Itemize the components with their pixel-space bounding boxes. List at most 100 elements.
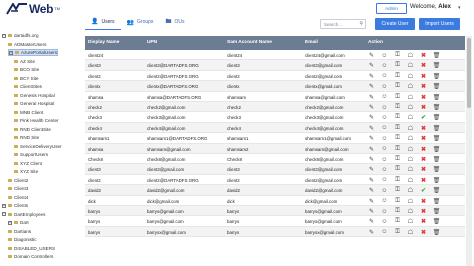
trash-icon[interactable]: 🗑	[430, 103, 443, 112]
tree-item[interactable]: ADMasterUsers	[8, 41, 46, 48]
disable-x-icon[interactable]: ✖	[417, 82, 430, 91]
user-groups-icon[interactable]: ☺	[378, 51, 391, 60]
user-groups-icon[interactable]: ☺	[378, 145, 391, 154]
header-sam-account-name[interactable]: Sam Account Name	[227, 40, 272, 45]
user-groups-icon[interactable]: ☺	[378, 72, 391, 81]
expand-icon[interactable]: +	[8, 220, 12, 225]
lock-icon[interactable]: ☖	[404, 113, 417, 122]
lock-icon[interactable]: ☖	[404, 124, 417, 133]
edit-icon[interactable]: ✎	[365, 61, 378, 70]
lock-icon[interactable]: ☖	[404, 61, 417, 70]
tab-users[interactable]: 👤 Users	[85, 14, 121, 30]
tree-item[interactable]: Dartians	[8, 228, 31, 235]
table-row[interactable]: client3 client3@gmail.com client3 client3@g…	[85, 164, 465, 175]
tree-item[interactable]: BCY Site	[14, 75, 39, 82]
trash-icon[interactable]: 🗑	[430, 176, 443, 185]
tree-item[interactable]: Domain Controllers	[8, 253, 53, 260]
table-row[interactable]: shamsa shamsam@gmail.com shamsam2 shamsam@g…	[85, 143, 465, 154]
edit-icon[interactable]: ✎	[365, 217, 378, 226]
tree-item[interactable]: − DartEmployees	[2, 211, 45, 218]
tree-item[interactable]: Client4	[8, 194, 28, 201]
table-row[interactable]: check3 check3@gmail.com check3 check3@gmail…	[85, 112, 465, 123]
admin-button[interactable]: Admin	[376, 3, 407, 14]
import-users-button[interactable]: Import Users	[419, 18, 460, 30]
trash-icon[interactable]: 🗑	[430, 217, 443, 226]
user-groups-icon[interactable]: ☺	[378, 165, 391, 174]
reset-password-icon[interactable]: ⚿	[391, 93, 404, 102]
tree-item[interactable]: + Dart	[8, 219, 29, 226]
table-row[interactable]: check4 check4@gmail.com check4 check4@gmail…	[85, 122, 465, 134]
user-groups-icon[interactable]: ☺	[378, 217, 391, 226]
tree-item[interactable]: RND Site	[14, 134, 39, 141]
tree-item[interactable]: − dartadfs.org	[2, 32, 39, 39]
user-groups-icon[interactable]: ☺	[378, 207, 391, 216]
disable-x-icon[interactable]: ✖	[417, 124, 430, 133]
lock-icon[interactable]: ☖	[404, 197, 417, 206]
table-row[interactable]: client3 client3@DARTADFS.ORG client3 client…	[85, 60, 465, 71]
lock-icon[interactable]: ☖	[404, 51, 417, 60]
disable-x-icon[interactable]: ✖	[417, 103, 430, 112]
user-groups-icon[interactable]: ☺	[378, 124, 391, 133]
disable-x-icon[interactable]: ✖	[417, 207, 430, 216]
tree-item[interactable]: AZ Site	[14, 58, 35, 65]
tree-item[interactable]: DISABLED_USERS	[8, 245, 55, 252]
app-logo[interactable]: Web TM	[6, 2, 60, 16]
tab-groups[interactable]: 👥 Groups	[121, 14, 160, 30]
tree-item[interactable]: − AzurePortalUsers	[8, 49, 58, 56]
reset-password-icon[interactable]: ⚿	[391, 155, 404, 164]
user-groups-icon[interactable]: ☺	[378, 82, 391, 91]
tree-item[interactable]: BCO Site	[14, 66, 39, 73]
table-row[interactable]: shamsa shamsa@DARTADFS.ORG shamsam shamsa@g…	[85, 92, 465, 102]
trash-icon[interactable]: 🗑	[430, 124, 443, 133]
scrollbar[interactable]	[466, 36, 472, 266]
search-input[interactable]: Search... ⚲	[320, 19, 366, 29]
lock-icon[interactable]: ☖	[404, 186, 417, 195]
tree-item[interactable]: RND ClientSite	[14, 126, 51, 133]
edit-icon[interactable]: ✎	[365, 124, 378, 133]
user-groups-icon[interactable]: ☺	[378, 155, 391, 164]
tree-item[interactable]: + Clients	[2, 202, 28, 209]
lock-icon[interactable]: ☖	[404, 217, 417, 226]
reset-password-icon[interactable]: ⚿	[391, 207, 404, 216]
edit-icon[interactable]: ✎	[365, 82, 378, 91]
disable-x-icon[interactable]: ✖	[417, 217, 430, 226]
disable-x-icon[interactable]: ✖	[417, 176, 430, 185]
search-icon[interactable]: ⚲	[359, 21, 363, 27]
trash-icon[interactable]: 🗑	[430, 93, 443, 102]
trash-icon[interactable]: 🗑	[430, 145, 443, 154]
reset-password-icon[interactable]: ⚿	[391, 124, 404, 133]
lock-icon[interactable]: ☖	[404, 176, 417, 185]
user-groups-icon[interactable]: ☺	[378, 186, 391, 195]
edit-icon[interactable]: ✎	[365, 186, 378, 195]
user-groups-icon[interactable]: ☺	[378, 176, 391, 185]
lock-icon[interactable]: ☖	[404, 228, 417, 237]
reset-password-icon[interactable]: ⚿	[391, 113, 404, 122]
tree-item[interactable]: Client2	[8, 177, 28, 184]
trash-icon[interactable]: 🗑	[430, 197, 443, 206]
user-groups-icon[interactable]: ☺	[378, 61, 391, 70]
header-upn[interactable]: UPN	[147, 40, 157, 45]
table-row[interactable]: client2 client2@DARTADFS.ORG client2 client…	[85, 175, 465, 186]
tree-item[interactable]: XYZ Client	[14, 160, 42, 167]
user-groups-icon[interactable]: ☺	[378, 228, 391, 237]
edit-icon[interactable]: ✎	[365, 155, 378, 164]
trash-icon[interactable]: 🗑	[430, 207, 443, 216]
trash-icon[interactable]: 🗑	[430, 61, 443, 70]
table-row[interactable]: david2 david2@gmail.com david2 david2@gmail…	[85, 185, 465, 196]
edit-icon[interactable]: ✎	[365, 103, 378, 112]
disable-x-icon[interactable]: ✖	[417, 51, 430, 60]
reset-password-icon[interactable]: ⚿	[391, 217, 404, 226]
trash-icon[interactable]: 🗑	[430, 165, 443, 174]
header-display-name[interactable]: Display Name	[88, 40, 119, 45]
edit-icon[interactable]: ✎	[365, 93, 378, 102]
tree-item[interactable]: Genesis Hospital	[14, 92, 55, 99]
collapse-icon[interactable]: −	[9, 50, 13, 55]
enable-check-icon[interactable]: ✔	[417, 186, 430, 195]
disable-x-icon[interactable]: ✖	[417, 228, 430, 237]
lock-icon[interactable]: ☖	[404, 93, 417, 102]
disable-x-icon[interactable]: ✖	[417, 165, 430, 174]
trash-icon[interactable]: 🗑	[430, 186, 443, 195]
user-groups-icon[interactable]: ☺	[378, 103, 391, 112]
edit-icon[interactable]: ✎	[365, 72, 378, 81]
lock-icon[interactable]: ☖	[404, 207, 417, 216]
